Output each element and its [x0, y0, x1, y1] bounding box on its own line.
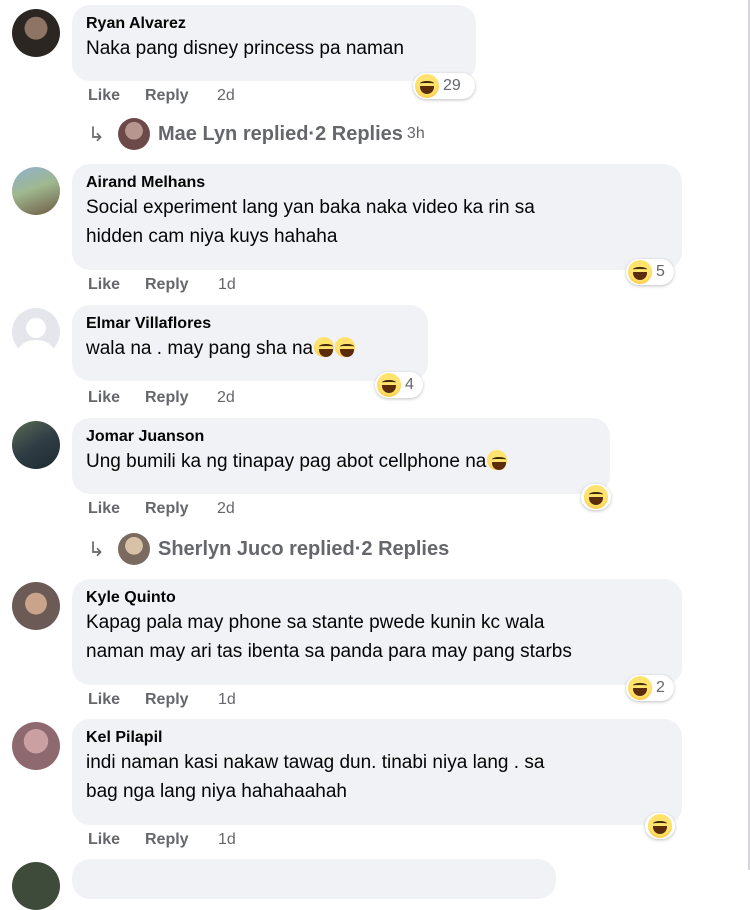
avatar[interactable]: [12, 308, 60, 356]
comment-text-line: Social experiment lang yan baka naka vid…: [86, 197, 535, 218]
haha-icon: [628, 260, 652, 284]
comment-author[interactable]: Jomar Juanson: [86, 427, 596, 447]
grin-emoji-icon: [487, 450, 508, 470]
comment-text-line: indi naman kasi nakaw tawag dun. tinabi …: [86, 752, 545, 773]
reply-button[interactable]: Reply: [145, 87, 189, 105]
comment-author[interactable]: Elmar Villaflores: [86, 314, 414, 334]
avatar: [118, 533, 150, 565]
comment-bubble: Jomar Juanson Ung bumili ka ng tinapay p…: [72, 418, 610, 494]
separator: ·: [308, 122, 316, 145]
comment-bubble: Kyle Quinto Kapag pala may phone sa stan…: [72, 579, 682, 685]
reaction-count: 29: [443, 77, 461, 94]
comment-time[interactable]: 1d: [218, 691, 236, 709]
reaction-summary[interactable]: [581, 484, 611, 510]
reaction-summary[interactable]: 5: [626, 259, 674, 285]
rofl-emoji-icon: [335, 337, 356, 357]
comment-bubble: Elmar Villaflores wala na . may pang sha…: [72, 305, 428, 381]
comment-time[interactable]: 2d: [217, 87, 235, 105]
reply-button[interactable]: Reply: [145, 831, 189, 849]
comment-text-line: Kapag pala may phone sa stante pwede kun…: [86, 612, 545, 633]
haha-icon: [415, 74, 439, 98]
replier-name: Sherlyn Juco replied: [158, 537, 355, 560]
comment-text-line: naman may ari tas ibenta sa panda para m…: [86, 641, 572, 662]
comment-author[interactable]: Airand Melhans: [86, 173, 668, 193]
reply-button[interactable]: Reply: [145, 691, 189, 709]
rofl-emoji-icon: [314, 337, 335, 357]
comment-text-wrap: wala na . may pang sha na: [86, 334, 414, 363]
haha-icon: [648, 814, 672, 838]
reply-time: 3h: [406, 125, 425, 142]
avatar[interactable]: [12, 722, 60, 770]
comment-text-wrap: Ung bumili ka ng tinapay pag abot cellph…: [86, 447, 596, 476]
reply-arrow-icon: ↳: [88, 123, 105, 146]
reply-count: 2 Replies: [361, 537, 450, 560]
like-button[interactable]: Like: [88, 500, 120, 518]
comment-time[interactable]: 1d: [218, 831, 236, 849]
avatar[interactable]: [12, 9, 60, 57]
comment-time[interactable]: 2d: [217, 500, 235, 518]
comment-text-line: bag nga lang niya hahahaahah: [86, 781, 347, 802]
comment-text: wala na . may pang sha na: [86, 338, 314, 359]
comment-bubble: Ryan Alvarez Naka pang disney princess p…: [72, 5, 476, 81]
avatar: [118, 118, 150, 150]
reply-button[interactable]: Reply: [145, 500, 189, 518]
reaction-summary[interactable]: 4: [375, 372, 423, 398]
haha-icon: [377, 373, 401, 397]
comment-text: Naka pang disney princess pa naman: [86, 38, 404, 59]
like-button[interactable]: Like: [88, 276, 120, 294]
separator: ·: [354, 537, 362, 560]
comment-bubble: Airand Melhans Social experiment lang ya…: [72, 164, 682, 270]
comment-author[interactable]: Ryan Alvarez: [86, 14, 462, 34]
like-button[interactable]: Like: [88, 691, 120, 709]
avatar[interactable]: [12, 862, 60, 910]
comment-bubble: [72, 859, 556, 899]
comment-author[interactable]: Kyle Quinto: [86, 588, 668, 608]
avatar[interactable]: [12, 421, 60, 469]
haha-icon: [628, 676, 652, 700]
reaction-summary[interactable]: [645, 813, 675, 839]
avatar[interactable]: [12, 582, 60, 630]
reply-arrow-icon: ↳: [88, 538, 105, 561]
haha-icon: [584, 485, 608, 509]
like-button[interactable]: Like: [88, 389, 120, 407]
reaction-count: 2: [656, 679, 665, 696]
reaction-count: 5: [656, 263, 665, 280]
reply-button[interactable]: Reply: [145, 276, 189, 294]
like-button[interactable]: Like: [88, 87, 120, 105]
like-button[interactable]: Like: [88, 831, 120, 849]
reply-button[interactable]: Reply: [145, 389, 189, 407]
comment-text: Ung bumili ka ng tinapay pag abot cellph…: [86, 451, 487, 472]
view-replies-link[interactable]: ↳ Sherlyn Juco replied · 2 Replies: [88, 533, 450, 565]
default-avatar-body: [18, 340, 54, 356]
replier-name: Mae Lyn replied: [158, 122, 309, 145]
comment-author[interactable]: Kel Pilapil: [86, 728, 668, 748]
comment-time[interactable]: 2d: [217, 389, 235, 407]
default-avatar-head: [26, 318, 46, 338]
comment-bubble: Kel Pilapil indi naman kasi nakaw tawag …: [72, 719, 682, 825]
reaction-count: 4: [405, 376, 414, 393]
reaction-summary[interactable]: 29: [413, 73, 475, 99]
avatar[interactable]: [12, 167, 60, 215]
view-replies-link[interactable]: ↳ Mae Lyn replied · 2 Replies 3h: [88, 118, 425, 150]
reply-count: 2 Replies: [315, 122, 403, 145]
reaction-summary[interactable]: 2: [626, 675, 674, 701]
comment-time[interactable]: 1d: [218, 276, 236, 294]
comment-text-line: hidden cam niya kuys hahaha: [86, 226, 338, 247]
